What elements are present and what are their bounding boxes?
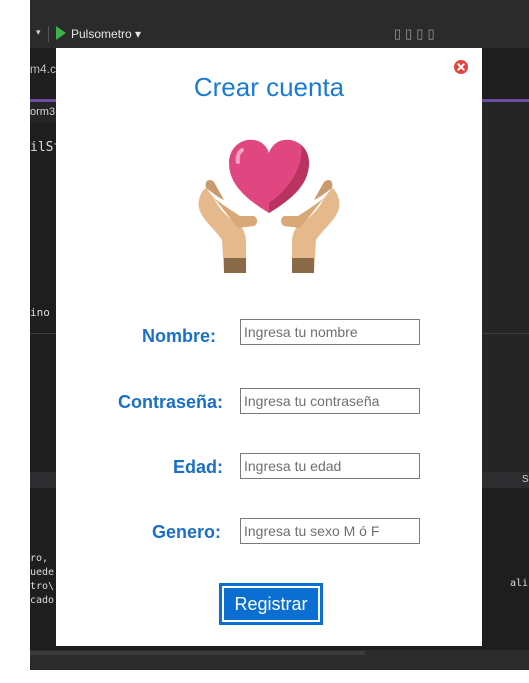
password-label: Contraseña: — [118, 392, 224, 412]
dialog-title: Crear cuenta — [193, 72, 345, 102]
name-input[interactable] — [240, 319, 420, 345]
age-input[interactable] — [240, 453, 420, 479]
document-tab[interactable]: m4.c — [30, 62, 56, 76]
register-dialog: Crear cuenta Nombre: Contraseña: Edad: G… — [56, 48, 482, 646]
bookmark-icons[interactable]: ▯▯▯▯ — [394, 26, 514, 42]
start-debug-icon[interactable] — [56, 26, 66, 40]
run-target-button[interactable]: Pulsometro ▾ — [71, 27, 141, 41]
gender-input[interactable] — [240, 518, 420, 544]
panel-tab[interactable]: SP — [522, 474, 529, 485]
ide-toolbar: ▾ Pulsometro ▾ ▯▯▯▯ — [30, 0, 529, 48]
gender-label: Genero: — [152, 522, 222, 542]
code-text: ino — [30, 306, 50, 319]
age-label: Edad: — [173, 457, 224, 477]
output-line: cado — [30, 595, 55, 606]
output-line: uede — [30, 567, 55, 578]
register-button[interactable]: Registrar — [219, 583, 323, 625]
output-text: ali — [510, 578, 529, 589]
config-dropdown-icon[interactable]: ▾ — [36, 27, 41, 38]
horizontal-scrollbar[interactable] — [30, 651, 365, 655]
output-text: ro, uede tro\ cado — [30, 552, 54, 608]
toolbar-separator — [48, 26, 49, 42]
output-line: ro, — [30, 553, 49, 564]
name-label: Nombre: — [142, 326, 217, 346]
designer-tab[interactable]: orm3 — [30, 106, 55, 118]
heart-in-hands-icon — [198, 139, 340, 273]
side-panel — [482, 102, 529, 482]
output-line: tro\ — [30, 581, 55, 592]
password-input[interactable] — [240, 388, 420, 414]
